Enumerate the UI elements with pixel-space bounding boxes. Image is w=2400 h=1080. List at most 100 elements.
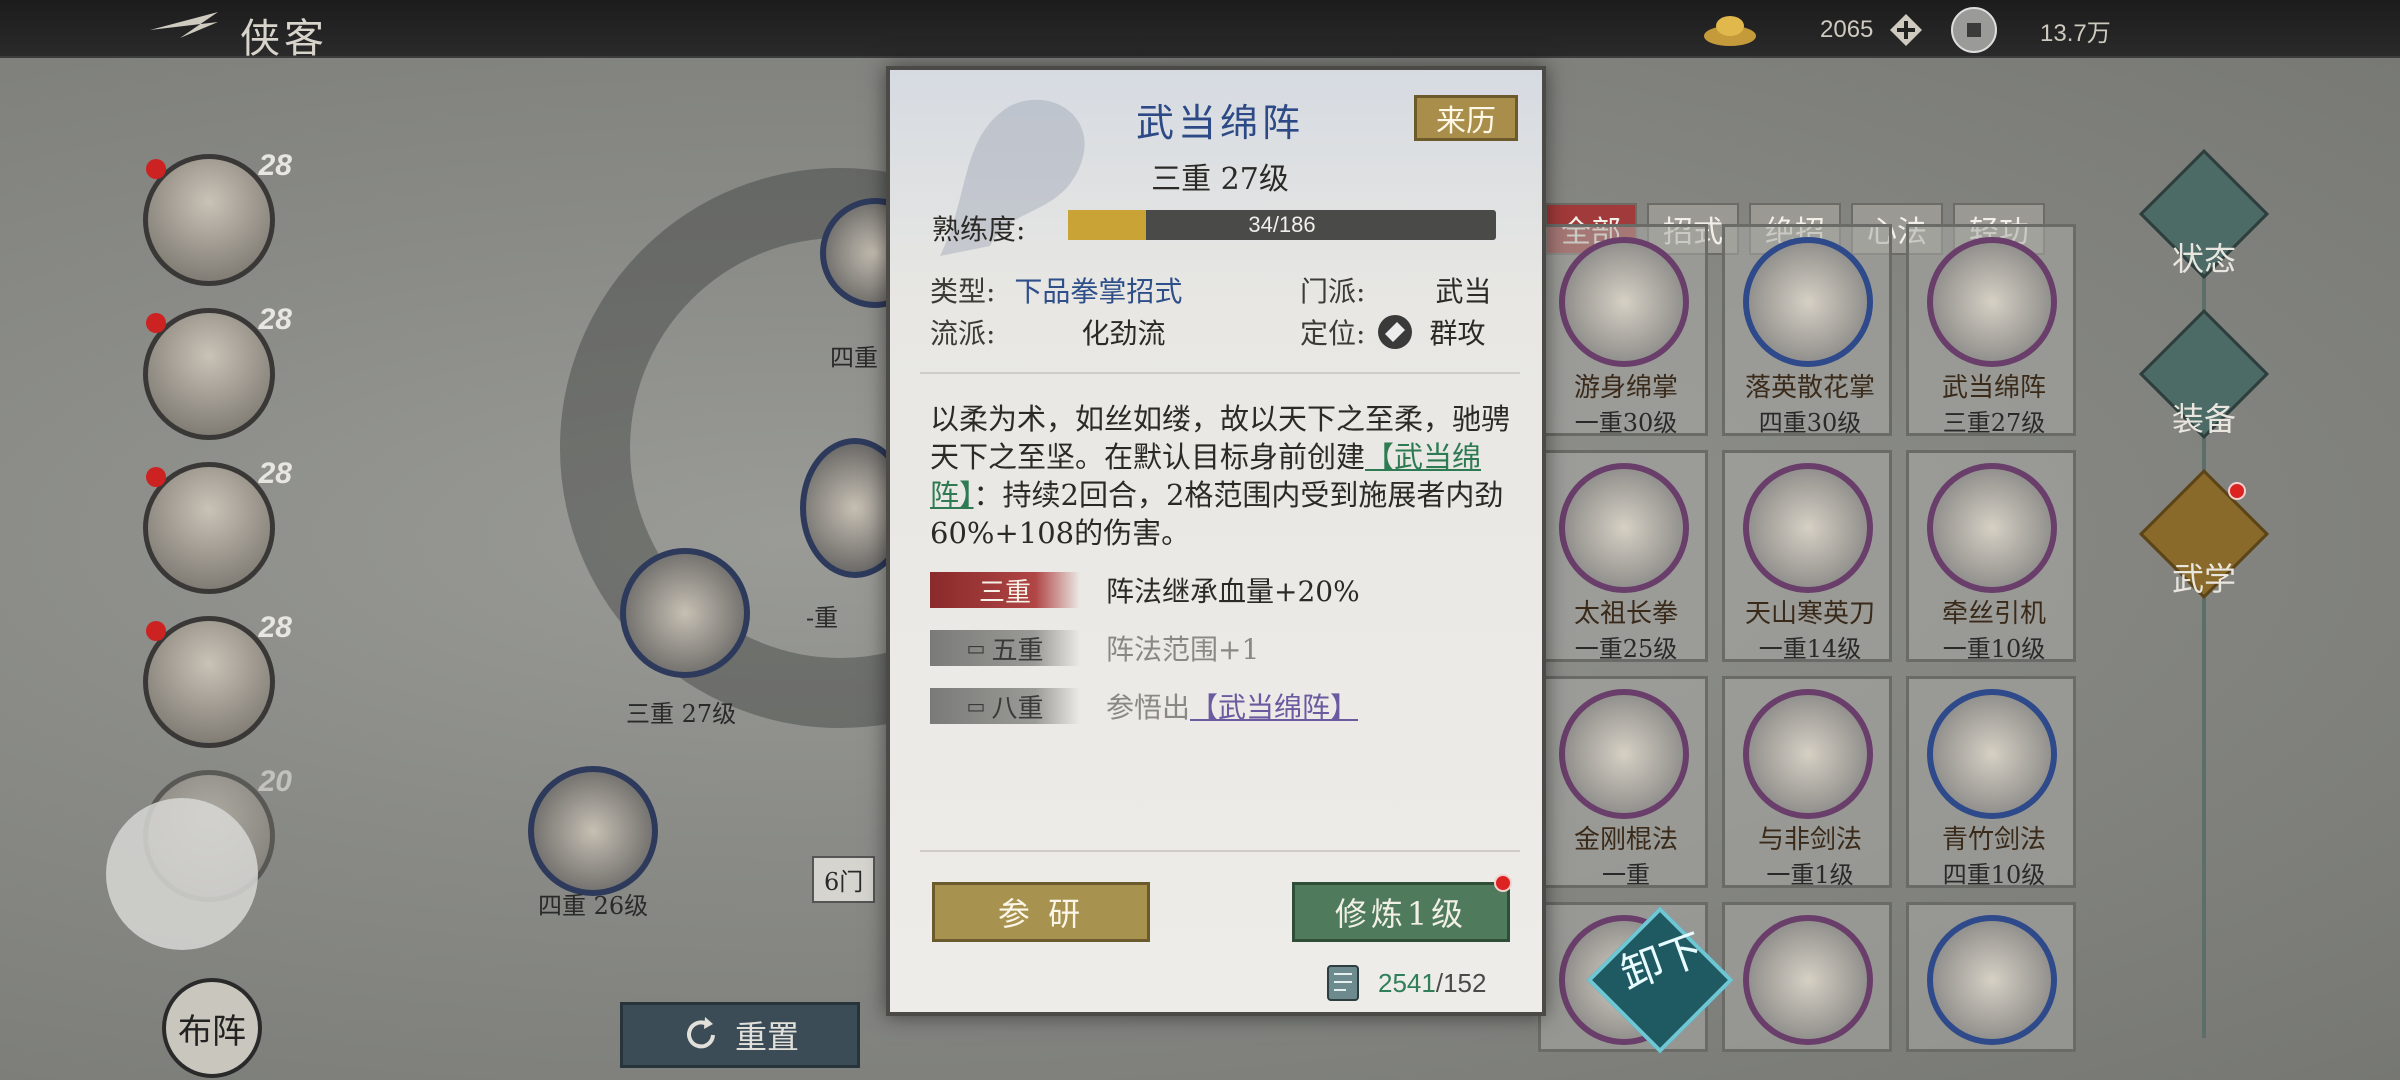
skill-name: 落英散花掌 — [1744, 373, 1875, 403]
skill-card[interactable]: 青竹剑法四重10级 — [1906, 676, 2076, 889]
tier-badge-locked: ▭ 八重 — [930, 688, 1080, 724]
skill-icon — [1927, 915, 2057, 1045]
proficiency-label: 熟练度: — [932, 213, 1026, 246]
skill-level: 一重25级 — [1574, 635, 1678, 663]
lock-icon: ▭ — [966, 694, 986, 718]
tier-effect: 参悟出【武当绵阵】 — [1106, 686, 1358, 726]
currency-coin: 13.7万 — [1950, 7, 2111, 53]
skill-icon — [1743, 237, 1873, 367]
skill-name: 太祖长拳 — [1573, 599, 1678, 629]
gold-ingot-icon — [1704, 16, 1756, 46]
coin-amount: 13.7万 — [2040, 19, 2111, 47]
tier-badge-locked: ▭ 五重 — [930, 630, 1080, 666]
proficiency-text: 34/186 — [1248, 212, 1316, 237]
equipment-menu-label: 装备 — [2171, 400, 2236, 438]
type-key: 类型: — [930, 275, 996, 308]
book-icon — [1327, 965, 1359, 1001]
divider — [920, 850, 1520, 852]
skill-card[interactable]: 牵丝引机 一重10级 — [1906, 450, 2076, 663]
skill-card[interactable] — [1906, 902, 2076, 1052]
skill-level: 一重1级 — [1766, 861, 1854, 889]
sect-row: 门派: 武当 — [1300, 270, 1491, 310]
skill-level: 三重27级 — [1942, 409, 2046, 437]
tier-badge-label: 八重 — [991, 693, 1044, 724]
divider — [920, 372, 1520, 374]
notification-dot — [146, 313, 166, 333]
skill-card[interactable]: 金刚棍法 一重 — [1538, 676, 1708, 889]
skill-name: 武当绵阵 — [1941, 373, 2046, 403]
hero-level: 20 — [258, 765, 292, 798]
school-row: 流派: 化劲流 — [930, 312, 1165, 352]
tier-badge-label: 五重 — [991, 635, 1044, 666]
skill-card[interactable]: 落英散花掌 四重30级 — [1722, 224, 1892, 437]
skill-icon — [1927, 689, 2057, 819]
skill-name: 金刚棍法 — [1573, 825, 1678, 855]
hero-level: 28 — [258, 149, 292, 182]
skill-description: 以柔为术，如丝如缕，故以天下之至柔，驰骋天下之至坚。在默认目标身前创建【武当绵阵… — [930, 400, 1510, 552]
skill-icon — [1927, 237, 2057, 367]
skill-card[interactable]: 太祖长拳一重25级 — [1538, 450, 1708, 663]
notification-dot — [146, 621, 166, 641]
study-button[interactable]: 参 研 — [932, 882, 1150, 942]
type-value: 下品拳掌招式 — [1014, 275, 1183, 308]
description-text: ：持续2回合，2格范围内受到施展者内劲60%+108的伤害。 — [930, 478, 1504, 550]
coin-icon — [1951, 7, 1997, 53]
tier-row: ▭ 五重 阵法范围+1 — [930, 630, 1259, 666]
tier-row: ▭ 八重 参悟出【武当绵阵】 — [930, 688, 1358, 724]
hero-portrait[interactable]: 28 — [143, 457, 292, 594]
menu-rail — [2202, 178, 2206, 1038]
add-currency-icon[interactable] — [1888, 12, 1924, 48]
skill-icon — [1743, 463, 1873, 593]
skill-node-label: 6门 — [812, 856, 876, 903]
skill-card[interactable]: 游身绵掌 一重30级 — [1538, 224, 1708, 437]
skill-card[interactable]: 天山寒英刀 一重14级 — [1722, 450, 1892, 663]
skill-level: 四重10级 — [1942, 861, 2046, 889]
currency-ingot: 2065 — [1700, 10, 1873, 50]
sect-value: 武当 — [1435, 275, 1492, 308]
skill-detail-panel: 武当绵阵 来历 三重 27级 熟练度: 34/186 类型: 下品拳掌招式 门派… — [886, 66, 1546, 1016]
formation-link[interactable]: 【武当绵阵】 — [1190, 691, 1358, 724]
skill-node[interactable] — [620, 548, 750, 678]
skill-name: 天山寒英刀 — [1744, 599, 1875, 629]
skill-card[interactable]: 与非剑法一重1级 — [1722, 676, 1892, 889]
origin-button[interactable]: 来历 — [1414, 95, 1518, 141]
sect-key: 门派: — [1300, 275, 1366, 308]
back-arrow-icon[interactable] — [140, 8, 220, 48]
skill-icon — [1559, 463, 1689, 593]
skill-name: 青竹剑法 — [1941, 825, 2046, 855]
drag-handle[interactable] — [106, 798, 258, 950]
skill-name: 与非剑法 — [1757, 825, 1862, 855]
notification-dot — [146, 467, 166, 487]
skill-icon — [1927, 463, 2057, 593]
skill-card[interactable] — [1722, 902, 1892, 1052]
hero-portrait[interactable]: 28 — [143, 611, 292, 748]
page-title: 侠客 — [240, 16, 328, 62]
skill-level: 一重30级 — [1574, 409, 1678, 437]
tier-badge: 三重 — [930, 572, 1080, 608]
train-button[interactable]: 修炼1级 — [1292, 882, 1510, 942]
skill-icon — [1559, 689, 1689, 819]
role-key: 定位: — [1300, 317, 1366, 350]
fist-role-icon — [1378, 315, 1413, 349]
skill-node-label: 四重 — [830, 344, 878, 372]
skill-icon — [1743, 915, 1873, 1045]
hero-portrait[interactable]: 28 — [143, 303, 292, 440]
formation-button[interactable]: 布阵 — [162, 978, 262, 1078]
hero-portrait[interactable]: 28 — [143, 149, 292, 286]
school-value: 化劲流 — [1081, 317, 1166, 350]
refresh-icon — [687, 1017, 715, 1049]
skill-icon — [1559, 237, 1689, 367]
role-row: 定位: 群攻 — [1300, 312, 1485, 352]
reset-button[interactable]: 重置 — [620, 1002, 860, 1068]
skill-card[interactable]: 武当绵阵三重27级 — [1906, 224, 2076, 437]
skill-node-label: 三重 27级 — [626, 700, 737, 728]
school-key: 流派: — [930, 317, 996, 350]
skill-node[interactable] — [528, 766, 658, 896]
skill-node-label: 四重 26级 — [538, 892, 649, 920]
cost-required: /152 — [1435, 967, 1487, 998]
skill-rank: 三重 27级 — [1151, 162, 1289, 197]
skill-level: 一重 — [1602, 861, 1650, 889]
notification-dot — [2228, 482, 2246, 500]
tier-row: 三重 阵法继承血量+20% — [930, 572, 1360, 608]
cost-owned: 2541 — [1378, 967, 1436, 998]
